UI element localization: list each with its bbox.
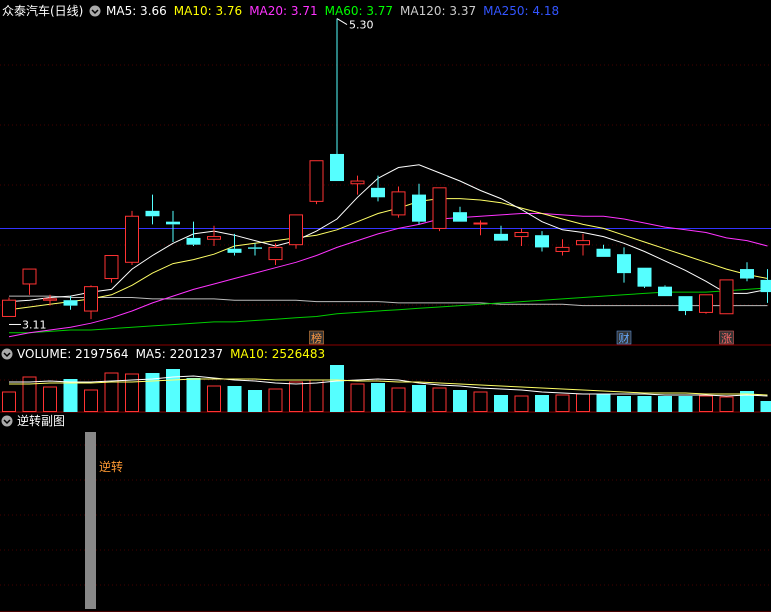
volume-bar bbox=[494, 395, 508, 412]
ma-label: MA60: 3.77 bbox=[325, 4, 393, 18]
candle bbox=[125, 210, 139, 265]
candle bbox=[289, 214, 303, 249]
event-marker[interactable]: 榜 bbox=[309, 330, 324, 345]
volume-bar bbox=[43, 386, 57, 412]
high-price-label: 5.30 bbox=[349, 19, 374, 32]
volume-bar bbox=[596, 394, 611, 412]
volume-bar bbox=[104, 372, 119, 412]
stock-chart[interactable]: 众泰汽车(日线) MA5: 3.66 MA10: 3.76 MA20: 3.71 MA… bbox=[0, 0, 771, 612]
volume-bar bbox=[535, 395, 549, 412]
sub-chart-title: 逆转副图 bbox=[17, 413, 65, 428]
candle bbox=[658, 285, 672, 297]
candle bbox=[637, 267, 652, 289]
ma-legend: MA5: 3.66 MA10: 3.76 MA20: 3.71 MA60: 3.77 M… bbox=[106, 4, 559, 18]
volume-bar bbox=[330, 365, 344, 412]
volume-bar bbox=[268, 388, 283, 412]
ma-label: MA5: 3.66 bbox=[106, 4, 167, 18]
candle bbox=[104, 255, 119, 283]
volume-bar bbox=[453, 390, 467, 412]
volume-bar bbox=[617, 396, 631, 412]
event-marker-label: 涨 bbox=[721, 332, 732, 345]
stock-title: 众泰汽车(日线) bbox=[2, 3, 83, 18]
candle bbox=[719, 279, 734, 315]
ma-label: MA120: 3.37 bbox=[400, 4, 476, 18]
candle bbox=[432, 187, 447, 232]
volume-bar bbox=[555, 394, 570, 412]
ma-label: MA250: 4.18 bbox=[483, 4, 559, 18]
volume-legend: VOLUME: 2197564 MA5: 2201237 MA10: 2526483 bbox=[17, 347, 325, 361]
volume-collapse-icon[interactable] bbox=[1, 348, 13, 360]
volume-bar bbox=[166, 369, 180, 412]
event-marker-label: 财 bbox=[619, 331, 630, 345]
main-collapse-icon[interactable] bbox=[89, 5, 101, 17]
volume-bar bbox=[350, 383, 365, 412]
candle bbox=[2, 297, 16, 317]
volume-bar bbox=[248, 390, 262, 412]
event-marker[interactable]: 涨 bbox=[719, 330, 734, 345]
ma-label: MA10: 3.76 bbox=[174, 4, 242, 18]
volume-bar bbox=[84, 389, 98, 412]
volume-label: MA10: 2526483 bbox=[230, 347, 325, 361]
event-marker[interactable]: 财 bbox=[616, 330, 632, 345]
volume-bar bbox=[2, 391, 16, 412]
volume-bar bbox=[309, 379, 324, 412]
candle bbox=[699, 294, 713, 314]
volume-bar bbox=[227, 386, 242, 412]
volume-bar bbox=[514, 395, 529, 412]
candle bbox=[309, 160, 324, 205]
volume-bar bbox=[637, 396, 652, 412]
volume-label: VOLUME: 2197564 bbox=[17, 347, 129, 361]
volume-bar bbox=[186, 378, 201, 412]
volume-bar bbox=[412, 385, 426, 412]
volume-bar bbox=[391, 387, 406, 412]
volume-bar bbox=[473, 391, 488, 412]
sub-collapse-icon[interactable] bbox=[1, 415, 13, 427]
low-price-label: 3.11 bbox=[22, 318, 47, 331]
volume-bar bbox=[699, 395, 713, 412]
volume-bar bbox=[658, 396, 672, 412]
reversal-signal-label: 逆转 bbox=[99, 459, 123, 474]
volume-bar bbox=[289, 381, 303, 412]
volume-bar bbox=[678, 396, 693, 412]
volume-bar bbox=[371, 383, 385, 412]
volume-bar bbox=[207, 385, 221, 412]
event-marker-label: 榜 bbox=[311, 331, 322, 345]
volume-bar bbox=[576, 393, 590, 412]
volume-bar bbox=[432, 387, 447, 412]
reversal-signal-bar bbox=[85, 432, 96, 609]
ma-label: MA20: 3.71 bbox=[249, 4, 317, 18]
volume-bar bbox=[719, 396, 734, 412]
volume-bar bbox=[760, 401, 771, 412]
volume-bar bbox=[63, 379, 78, 412]
volume-label: MA5: 2201237 bbox=[136, 347, 224, 361]
volume-header: VOLUME: 2197564 MA5: 2201237 MA10: 2526483 bbox=[1, 347, 325, 361]
